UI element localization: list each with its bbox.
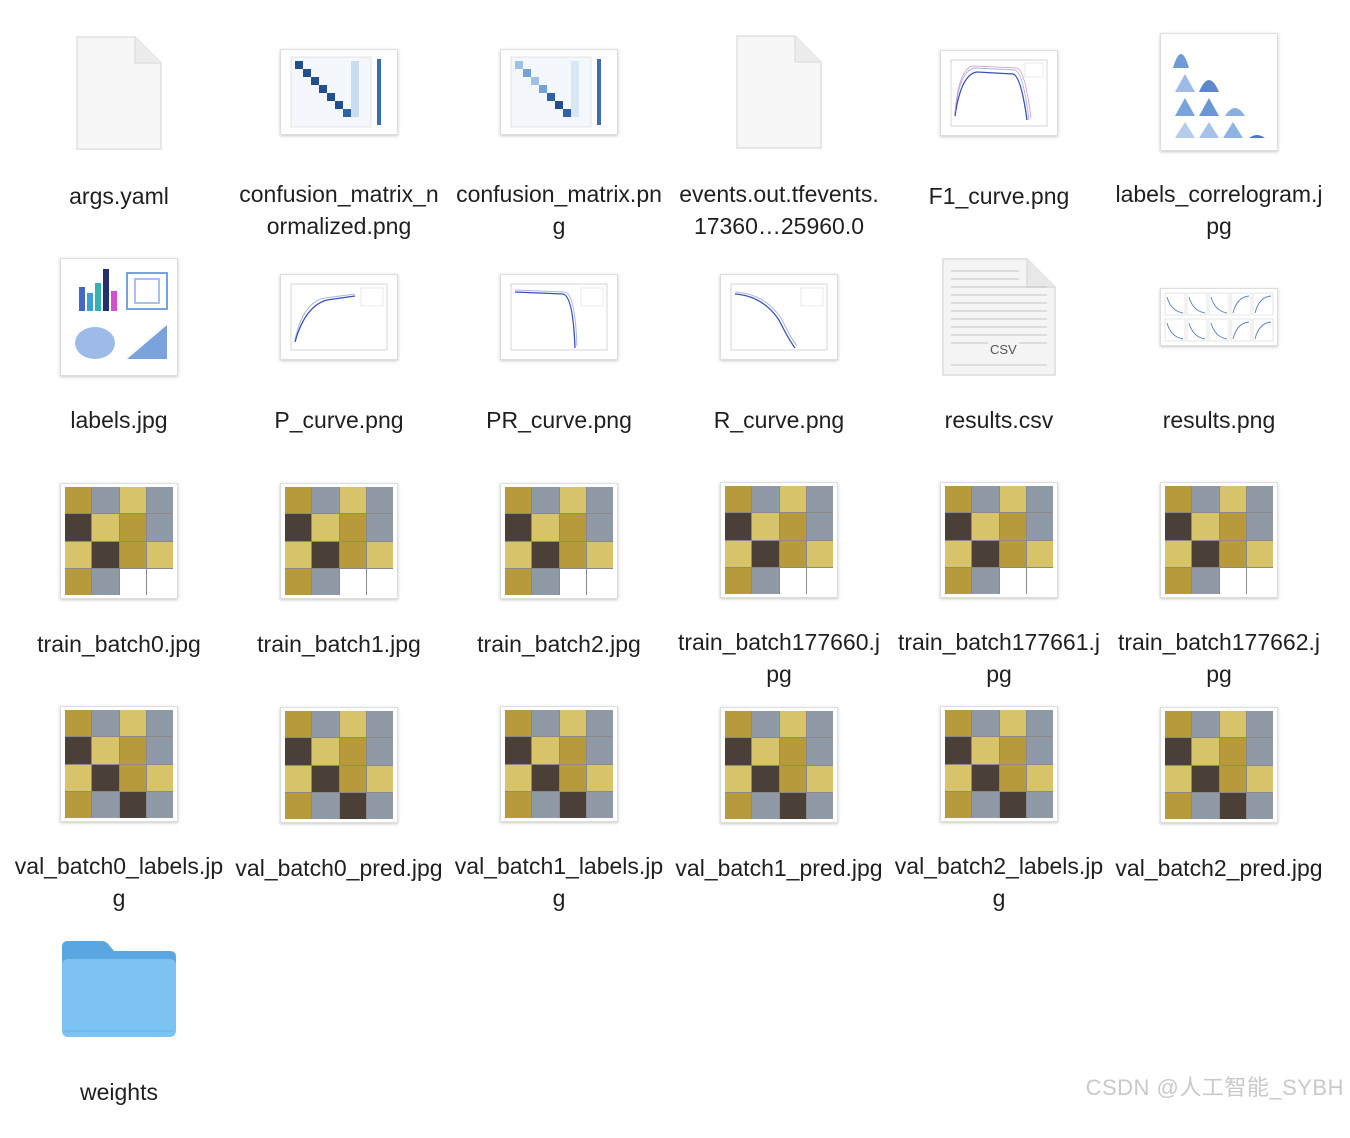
file-val-batch0-labels[interactable]: val_batch0_labels.jpg: [9, 690, 229, 914]
file-name: train_batch0.jpg: [37, 631, 201, 657]
image-mosaic-icon: [60, 706, 178, 822]
document-icon: [736, 35, 822, 149]
file-pr-curve[interactable]: PR_curve.png: [449, 242, 669, 466]
labels-thumbnail-icon: [60, 258, 178, 376]
file-val-batch0-pred[interactable]: val_batch0_pred.jpg: [229, 690, 449, 914]
image-mosaic-icon: [280, 707, 398, 823]
file-name: val_batch0_labels.jpg: [14, 853, 224, 911]
file-results-csv[interactable]: CSV results.csv: [889, 242, 1109, 466]
image-mosaic-icon: [280, 483, 398, 599]
file-name: train_batch2.jpg: [477, 631, 641, 657]
image-mosaic-icon: [1160, 482, 1278, 598]
image-mosaic-icon: [500, 483, 618, 599]
correlogram-thumbnail-icon: [1160, 33, 1278, 151]
file-val-batch2-labels[interactable]: val_batch2_labels.jpg: [889, 690, 1109, 914]
file-name: confusion_matrix_normalized.png: [239, 181, 439, 239]
image-mosaic-icon: [60, 483, 178, 599]
file-name: val_batch2_pred.jpg: [1115, 855, 1323, 881]
matrix-thumbnail-icon: [500, 49, 618, 135]
file-name: P_curve.png: [274, 407, 404, 433]
csv-badge: CSV: [988, 342, 1019, 357]
curve-thumbnail-icon: [280, 274, 398, 360]
file-train-batch177662[interactable]: train_batch177662.jpg: [1109, 466, 1329, 690]
file-name: train_batch177661.jpg: [897, 629, 1101, 687]
file-p-curve[interactable]: P_curve.png: [229, 242, 449, 466]
file-name: train_batch1.jpg: [257, 631, 421, 657]
file-train-batch2[interactable]: train_batch2.jpg: [449, 466, 669, 690]
file-name: val_batch0_pred.jpg: [235, 855, 443, 881]
file-name: confusion_matrix.png: [456, 181, 662, 239]
file-confusion-matrix-normalized[interactable]: confusion_matrix_normalized.png: [229, 18, 449, 242]
file-labels[interactable]: labels.jpg: [9, 242, 229, 466]
image-mosaic-icon: [500, 706, 618, 822]
file-name: results.csv: [944, 407, 1054, 433]
file-name: PR_curve.png: [486, 407, 632, 433]
curve-thumbnail-icon: [720, 274, 838, 360]
image-mosaic-icon: [720, 707, 838, 823]
folder-weights[interactable]: weights: [9, 914, 229, 1138]
image-mosaic-icon: [720, 482, 838, 598]
file-events-tfevents[interactable]: events.out.tfevents.17360…25960.0: [669, 18, 889, 242]
file-name: results.png: [1162, 407, 1276, 433]
file-name: val_batch1_pred.jpg: [675, 855, 883, 881]
watermark: CSDN @人工智能_SYBH: [1085, 1075, 1344, 1100]
file-f1-curve[interactable]: F1_curve.png: [889, 18, 1109, 242]
image-mosaic-icon: [1160, 707, 1278, 823]
file-val-batch2-pred[interactable]: val_batch2_pred.jpg: [1109, 690, 1329, 914]
image-mosaic-icon: [940, 706, 1058, 822]
file-train-batch177661[interactable]: train_batch177661.jpg: [889, 466, 1109, 690]
file-name: F1_curve.png: [928, 183, 1070, 209]
file-name: args.yaml: [69, 183, 169, 209]
file-val-batch1-labels[interactable]: val_batch1_labels.jpg: [449, 690, 669, 914]
file-confusion-matrix[interactable]: confusion_matrix.png: [449, 18, 669, 242]
file-train-batch177660[interactable]: train_batch177660.jpg: [669, 466, 889, 690]
file-name: labels.jpg: [70, 407, 168, 433]
file-name: train_batch177660.jpg: [677, 629, 881, 687]
results-thumbnail-icon: [1160, 288, 1278, 346]
file-train-batch0[interactable]: train_batch0.jpg: [9, 466, 229, 690]
document-icon: [76, 36, 162, 150]
csv-document-icon: [942, 258, 1056, 376]
file-name: val_batch2_labels.jpg: [894, 853, 1104, 911]
file-name: weights: [80, 1079, 158, 1105]
file-name: labels_correlogram.jpg: [1115, 181, 1323, 239]
folder-icon: [62, 941, 176, 1037]
file-r-curve[interactable]: R_curve.png: [669, 242, 889, 466]
file-name: train_batch177662.jpg: [1117, 629, 1321, 687]
file-labels-correlogram[interactable]: labels_correlogram.jpg: [1109, 18, 1329, 242]
file-results-png[interactable]: results.png: [1109, 242, 1329, 466]
file-args-yaml[interactable]: args.yaml: [9, 18, 229, 242]
image-mosaic-icon: [940, 482, 1058, 598]
file-name: R_curve.png: [713, 407, 845, 433]
file-name: events.out.tfevents.17360…25960.0: [679, 181, 879, 239]
matrix-thumbnail-icon: [280, 49, 398, 135]
file-train-batch1[interactable]: train_batch1.jpg: [229, 466, 449, 690]
curve-thumbnail-icon: [940, 50, 1058, 136]
curve-thumbnail-icon: [500, 274, 618, 360]
file-name: val_batch1_labels.jpg: [454, 853, 664, 911]
file-val-batch1-pred[interactable]: val_batch1_pred.jpg: [669, 690, 889, 914]
